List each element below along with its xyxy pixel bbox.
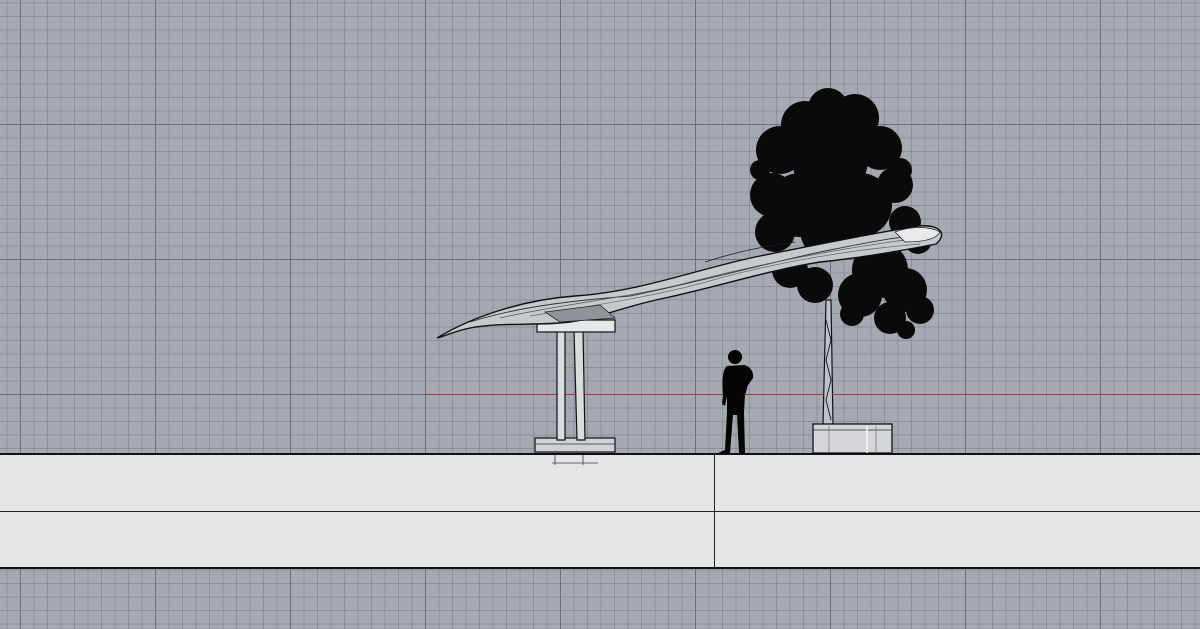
column-post-left	[556, 329, 566, 441]
tree-trunk	[822, 299, 834, 426]
planter[interactable]	[812, 423, 893, 454]
column-post-right	[573, 329, 586, 441]
tree-crown	[750, 88, 934, 339]
rhino-viewport[interactable]	[0, 0, 1200, 629]
person-head	[728, 350, 742, 364]
canopy-column[interactable]	[534, 319, 616, 465]
scene-geometry	[436, 88, 943, 465]
column-base-plate	[534, 437, 616, 453]
human-silhouette[interactable]	[718, 350, 754, 453]
person-body	[718, 365, 754, 453]
planter-body	[812, 423, 893, 454]
